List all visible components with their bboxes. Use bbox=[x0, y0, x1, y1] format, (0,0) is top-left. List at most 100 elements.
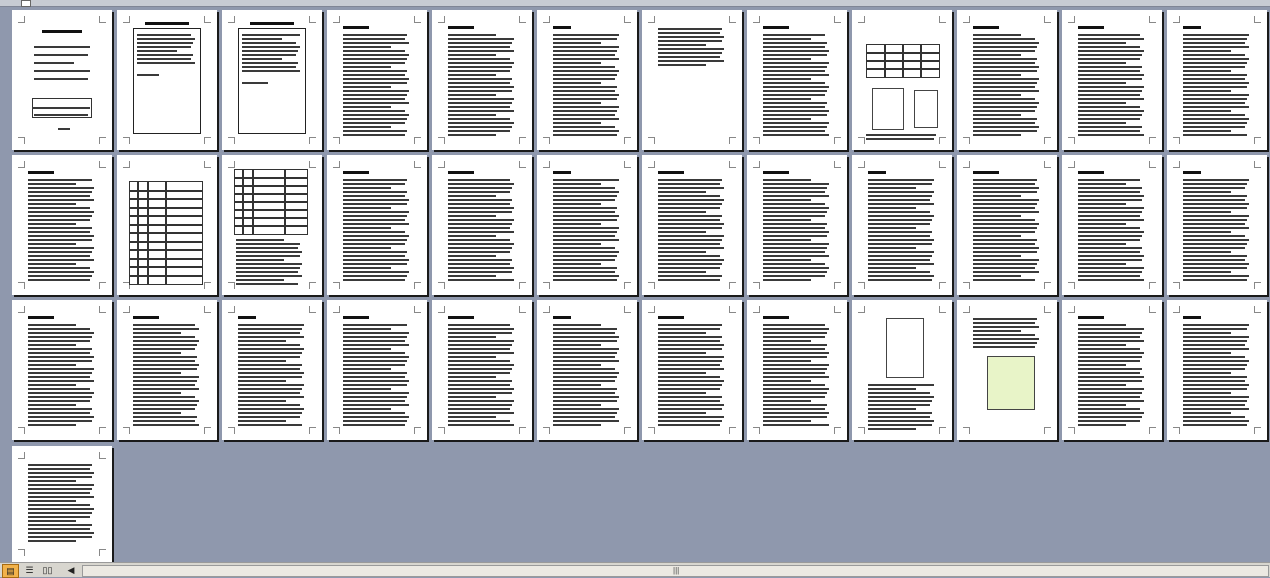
page-thumbnail[interactable] bbox=[957, 300, 1057, 440]
text-line bbox=[343, 78, 409, 80]
text-line bbox=[553, 54, 615, 56]
page-thumbnail[interactable] bbox=[117, 10, 217, 150]
text-line bbox=[1183, 388, 1247, 390]
text-line bbox=[448, 247, 512, 249]
scroll-grip[interactable]: ||| bbox=[673, 566, 679, 576]
text-line bbox=[28, 536, 92, 538]
page-thumbnail[interactable] bbox=[117, 155, 217, 295]
text-line bbox=[343, 412, 405, 414]
text-line bbox=[133, 392, 181, 394]
text-line bbox=[868, 247, 916, 249]
outline-view-button[interactable]: ☰ bbox=[22, 564, 37, 576]
text-line bbox=[658, 28, 722, 30]
text-line bbox=[448, 400, 514, 402]
text-line bbox=[1078, 219, 1144, 221]
page-thumbnail[interactable] bbox=[642, 155, 742, 295]
text-line bbox=[137, 34, 191, 36]
page-thumbnail[interactable] bbox=[222, 10, 322, 150]
page-heading bbox=[1078, 316, 1104, 319]
page-thumbnail[interactable] bbox=[117, 300, 217, 440]
text-line bbox=[553, 279, 617, 281]
crop-mark bbox=[858, 161, 865, 168]
page-thumbnail[interactable] bbox=[222, 155, 322, 295]
page-thumbnail[interactable] bbox=[1062, 300, 1162, 440]
scroll-left-button[interactable]: ◀ bbox=[64, 563, 78, 577]
horizontal-scrollbar[interactable]: ||| bbox=[82, 565, 1269, 577]
text-line bbox=[448, 420, 510, 422]
text-line bbox=[553, 114, 615, 116]
page-thumbnail[interactable] bbox=[1167, 300, 1267, 440]
reading-view-button[interactable]: ▯▯ bbox=[40, 564, 55, 576]
crop-mark bbox=[963, 282, 970, 289]
text-line bbox=[1078, 344, 1126, 346]
text-line bbox=[343, 324, 407, 326]
crop-mark bbox=[543, 16, 550, 23]
text-line bbox=[133, 420, 195, 422]
page-thumbnail[interactable] bbox=[747, 300, 847, 440]
page-thumbnail[interactable] bbox=[537, 155, 637, 295]
page-thumbnail[interactable] bbox=[432, 10, 532, 150]
text-line bbox=[553, 86, 617, 88]
text-line bbox=[973, 126, 1039, 128]
page-thumbnail[interactable] bbox=[222, 300, 322, 440]
crop-mark bbox=[1044, 306, 1051, 313]
crop-mark bbox=[18, 427, 25, 434]
page-thumbnail[interactable] bbox=[537, 300, 637, 440]
text-line bbox=[28, 376, 90, 378]
text-line bbox=[553, 187, 615, 189]
text-line bbox=[1078, 126, 1142, 128]
text-line bbox=[866, 138, 934, 140]
text-line bbox=[343, 243, 405, 245]
page-thumbnail[interactable] bbox=[852, 10, 952, 150]
text-line bbox=[1078, 328, 1144, 330]
text-line bbox=[658, 223, 724, 225]
page-thumbnail[interactable] bbox=[642, 10, 742, 150]
page-thumbnail[interactable] bbox=[327, 155, 427, 295]
crop-mark bbox=[333, 137, 340, 144]
crop-mark bbox=[543, 306, 550, 313]
page-thumbnail[interactable] bbox=[852, 155, 952, 295]
page-thumbnail[interactable] bbox=[12, 300, 112, 440]
page-thumbnail[interactable] bbox=[537, 10, 637, 150]
crop-mark bbox=[1044, 161, 1051, 168]
crop-mark bbox=[309, 282, 316, 289]
text-line bbox=[553, 324, 601, 326]
text-line bbox=[1078, 203, 1126, 205]
text-line bbox=[343, 227, 391, 229]
text-line bbox=[133, 384, 195, 386]
page-thumbnail[interactable] bbox=[12, 155, 112, 295]
page-thumbnail[interactable] bbox=[957, 10, 1057, 150]
text-line bbox=[1183, 271, 1231, 273]
text-line bbox=[133, 412, 181, 414]
page-thumbnail[interactable] bbox=[1062, 10, 1162, 150]
page-thumbnail[interactable] bbox=[642, 300, 742, 440]
text-line bbox=[763, 66, 827, 68]
page-thumbnail[interactable] bbox=[327, 300, 427, 440]
page-thumbnail[interactable] bbox=[327, 10, 427, 150]
text-line bbox=[137, 38, 195, 40]
text-line bbox=[343, 380, 409, 382]
text-line bbox=[343, 368, 391, 370]
page-thumbnail[interactable] bbox=[12, 10, 112, 150]
page-thumbnail[interactable] bbox=[957, 155, 1057, 295]
text-line bbox=[973, 318, 1037, 320]
text-line bbox=[763, 271, 827, 273]
text-line bbox=[1078, 364, 1126, 366]
text-line bbox=[343, 183, 405, 185]
text-line bbox=[973, 195, 1021, 197]
text-line bbox=[236, 255, 300, 257]
page-thumbnail[interactable] bbox=[432, 155, 532, 295]
text-line bbox=[868, 207, 916, 209]
text-line bbox=[658, 424, 720, 426]
page-thumbnail[interactable] bbox=[432, 300, 532, 440]
text-line bbox=[28, 191, 92, 193]
crop-mark bbox=[228, 306, 235, 313]
page-thumbnail[interactable] bbox=[1062, 155, 1162, 295]
text-line bbox=[763, 102, 827, 104]
page-thumbnail[interactable] bbox=[1167, 10, 1267, 150]
page-thumbnail[interactable] bbox=[1167, 155, 1267, 295]
page-thumbnail[interactable] bbox=[747, 10, 847, 150]
page-thumbnail[interactable] bbox=[12, 446, 112, 562]
page-thumbnail[interactable] bbox=[852, 300, 952, 440]
page-thumbnail[interactable] bbox=[747, 155, 847, 295]
